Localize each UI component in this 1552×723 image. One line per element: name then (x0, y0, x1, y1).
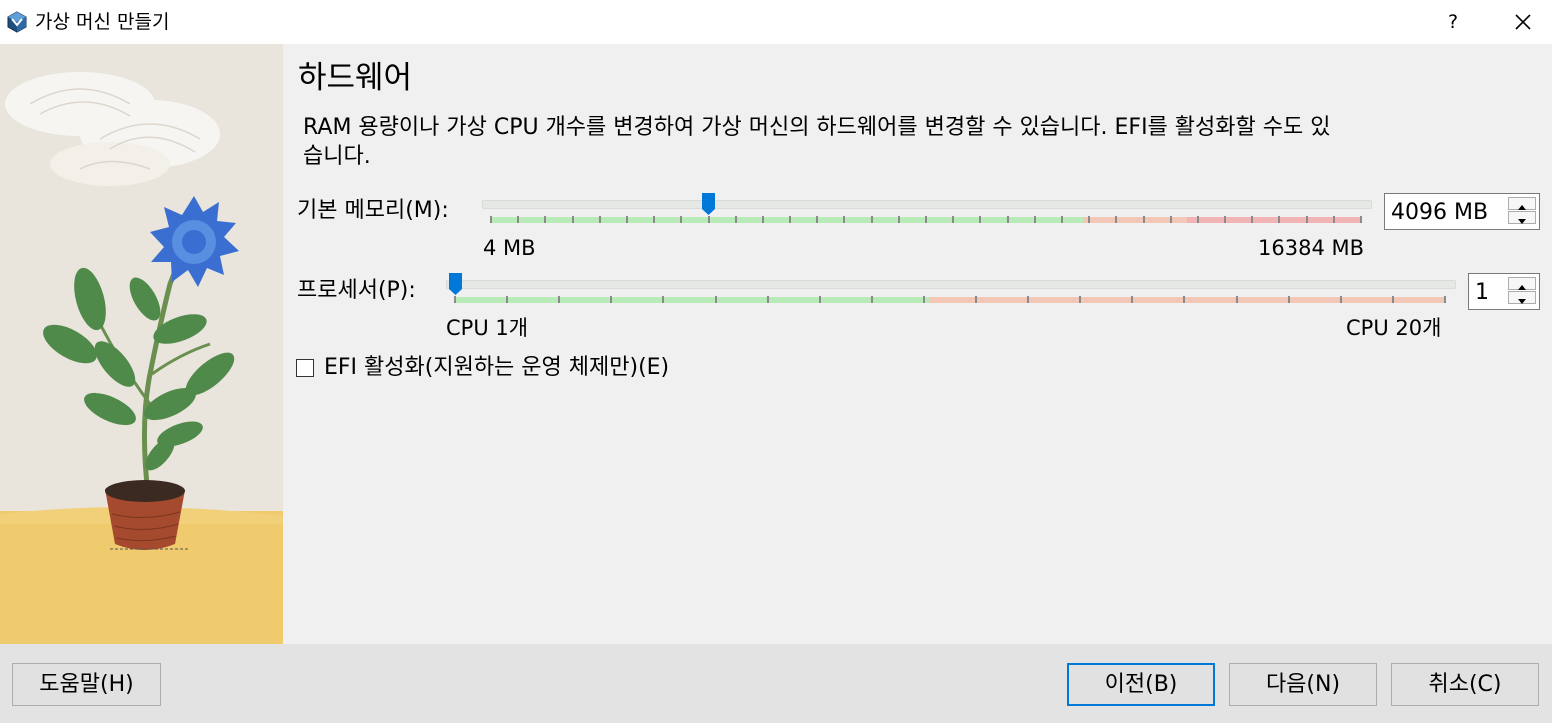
efi-checkbox-label[interactable]: EFI 활성화(지원하는 운영 체제만)(E) (324, 354, 669, 382)
chevron-down-icon (1518, 299, 1526, 304)
processor-range-orange (930, 297, 1445, 303)
help-button[interactable]: 도움말(H) (12, 663, 161, 706)
processor-slider-tick (662, 296, 665, 303)
memory-slider-tick (707, 216, 710, 223)
memory-range-red (1187, 217, 1361, 223)
title-bar: 가상 머신 만들기 ? (0, 0, 1552, 44)
processor-slider-tick (506, 296, 509, 303)
processor-spinbox[interactable]: 1 (1468, 273, 1540, 310)
memory-slider-tick (734, 216, 737, 223)
close-icon[interactable] (1500, 4, 1546, 40)
memory-slider-tick (1196, 216, 1199, 223)
processor-slider-tick (454, 296, 456, 303)
processor-slider-tick (975, 296, 978, 303)
memory-slider-tick (816, 216, 819, 223)
memory-slider-tick (979, 216, 982, 223)
memory-slider-tick (625, 216, 628, 223)
processor-slider-tick (1131, 296, 1134, 303)
memory-slider-tick (789, 216, 792, 223)
processor-spin-up-button[interactable] (1508, 277, 1536, 290)
memory-slider-tick (1169, 216, 1172, 223)
processor-slider-tick (1444, 296, 1446, 303)
memory-slider-tick (544, 216, 547, 223)
memory-slider-tick (1060, 216, 1063, 223)
help-title-button[interactable]: ? (1436, 6, 1470, 38)
memory-slider-tick (1305, 216, 1308, 223)
memory-slider-tick (1251, 216, 1254, 223)
next-button[interactable]: 다음(N) (1229, 663, 1377, 706)
memory-slider-tick (1278, 216, 1281, 223)
memory-slider-tick (1142, 216, 1145, 223)
processor-spin-down-button[interactable] (1508, 291, 1536, 304)
processor-spinbox-value: 1 (1475, 280, 1489, 305)
memory-slider-tick (598, 216, 601, 223)
memory-slider-tick (1033, 216, 1036, 223)
memory-min-label: 4 MB (483, 236, 536, 260)
memory-range-green (491, 217, 1083, 223)
memory-slider-tick (1115, 216, 1118, 223)
page-description: RAM 용량이나 가상 CPU 개수를 변경하여 가상 머신의 하드웨어를 변경… (303, 115, 1331, 169)
processor-slider-tick (714, 296, 717, 303)
memory-slider-tick (517, 216, 520, 223)
window-title: 가상 머신 만들기 (35, 11, 170, 33)
processor-slider-track (446, 280, 1456, 289)
memory-spinbox-value: 4096 MB (1391, 200, 1489, 225)
memory-slider-tick (1088, 216, 1091, 223)
processor-slider-tick (1079, 296, 1082, 303)
memory-slider-tick (1006, 216, 1009, 223)
memory-spin-down-button[interactable] (1508, 211, 1536, 224)
processor-slider-tick (1287, 296, 1290, 303)
memory-spinbox[interactable]: 4096 MB (1384, 193, 1540, 230)
processor-slider-tick (766, 296, 769, 303)
processor-slider-thumb[interactable] (448, 272, 463, 296)
memory-slider-track (482, 200, 1372, 209)
memory-slider-tick (1224, 216, 1227, 223)
processor-slider-tick (610, 296, 613, 303)
processor-slider-tick (558, 296, 561, 303)
memory-slider-tick (925, 216, 927, 223)
wizard-illustration (0, 44, 283, 644)
memory-spin-up-button[interactable] (1508, 197, 1536, 210)
back-button[interactable]: 이전(B) (1067, 663, 1215, 706)
processor-slider-tick (1391, 296, 1394, 303)
memory-slider-tick (952, 216, 955, 223)
memory-max-label: 16384 MB (1258, 236, 1365, 260)
memory-label: 기본 메모리(M): (297, 198, 449, 223)
processor-slider-tick (1183, 296, 1186, 303)
memory-slider-tick (870, 216, 873, 223)
memory-slider-tick (571, 216, 574, 223)
memory-slider-tick (1332, 216, 1335, 223)
virtualbox-cube-icon (7, 11, 27, 33)
memory-slider[interactable] (482, 188, 1372, 228)
cancel-button[interactable]: 취소(C) (1391, 663, 1539, 706)
processor-slider-tick (922, 296, 925, 303)
memory-slider-tick (653, 216, 656, 223)
processor-slider-tick (870, 296, 873, 303)
page-title: 하드웨어 (298, 60, 413, 96)
memory-slider-tick (1360, 216, 1362, 223)
processor-slider[interactable] (446, 268, 1458, 308)
memory-slider-tick (680, 216, 683, 223)
processor-slider-tick (818, 296, 821, 303)
memory-slider-tick (490, 216, 492, 223)
memory-slider-tick (843, 216, 846, 223)
processor-label: 프로세서(P): (297, 278, 416, 303)
chevron-down-icon (1518, 219, 1526, 224)
memory-slider-tick (897, 216, 900, 223)
memory-slider-thumb[interactable] (701, 192, 716, 216)
efi-checkbox[interactable] (296, 359, 314, 377)
processor-slider-tick (1339, 296, 1342, 303)
processor-slider-tick (1235, 296, 1238, 303)
processor-range-green (455, 297, 931, 303)
memory-slider-tick (761, 216, 764, 223)
processor-slider-tick (1027, 296, 1030, 303)
processor-max-label: CPU 20개 (1346, 316, 1442, 340)
processor-min-label: CPU 1개 (446, 316, 529, 340)
